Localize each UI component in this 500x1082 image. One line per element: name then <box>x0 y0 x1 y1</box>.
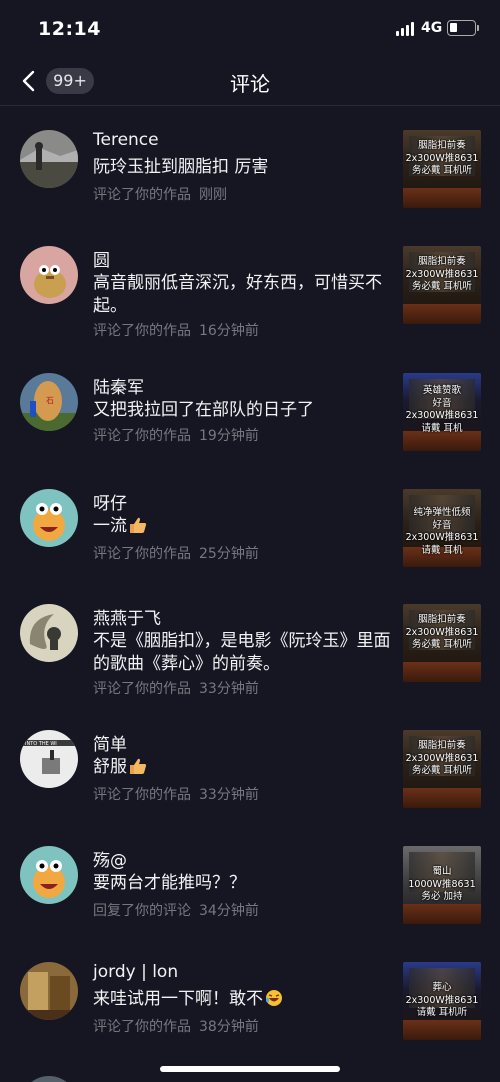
thumbnail-caption: 胭脂扣前奏 2x300W推8631 务必戴 耳机听 <box>405 256 479 292</box>
laughing-emoji-icon <box>266 990 282 1006</box>
cartoon-avatar-icon[interactable] <box>20 246 78 304</box>
comment-meta: 评论了你的作品 33分钟前 <box>93 784 259 804</box>
comment-text-body: 一流 <box>93 516 127 536</box>
comment-meta: 评论了你的作品 25分钟前 <box>93 543 259 563</box>
thumbnail-caption: 纯净弹性低频 好音 2x300W推8631 请戴 耳机 <box>405 507 479 556</box>
comment-action: 评论了你的作品 <box>93 1019 191 1035</box>
battery-icon <box>447 20 479 36</box>
thumbnail-caption: 胭脂扣前奏 2x300W推8631 务必戴 耳机听 <box>405 614 479 650</box>
comment-item[interactable]: 石 陆秦军 又把我拉回了在部队的日子了 评论了你的作品 19分钟前 英雄赞歌 好音… <box>0 373 500 453</box>
thumbnail-caption: 英雄赞歌 好音 2x300W推8631 请戴 耳机 <box>405 385 479 434</box>
comment-username[interactable]: jordy | lon <box>93 962 178 982</box>
home-indicator[interactable] <box>160 1066 340 1072</box>
thumbnail-caption: 蜀山 1000W推8631 务必 加持 <box>408 866 476 902</box>
nav-bar: 99+ 评论 <box>0 58 500 106</box>
comment-time: 19分钟前 <box>199 428 259 444</box>
thumbnail-caption: 葬心 2x300W推8631 请戴 耳机听 <box>405 982 479 1018</box>
comment-username[interactable]: 呀仔 <box>93 489 127 514</box>
comment-time: 25分钟前 <box>199 546 259 562</box>
comment-item[interactable]: INTO THE WI 简单 舒服 评论了你的作品 33分钟前 胭脂扣前奏 2x3… <box>0 730 500 810</box>
comment-action: 评论了你的作品 <box>93 428 191 444</box>
comment-action: 评论了你的作品 <box>93 323 191 339</box>
comment-time: 38分钟前 <box>199 1019 259 1035</box>
comment-item[interactable]: Terence 阮玲玉扯到胭脂扣 厉害 评论了你的作品 刚刚 胭脂扣前奏 2x30… <box>0 130 500 210</box>
comment-item[interactable]: 圆 高音靓丽低音深沉，好东西，可惜买不起。 评论了你的作品 16分钟前 胭脂扣前奏… <box>0 246 500 339</box>
thumbs-up-icon <box>130 758 147 774</box>
comment-time: 33分钟前 <box>199 681 259 697</box>
comment-meta: 评论了你的作品 刚刚 <box>93 184 227 204</box>
thumbs-up-icon <box>130 517 147 533</box>
comment-time: 刚刚 <box>199 187 227 203</box>
comment-meta: 评论了你的作品 16分钟前 <box>93 320 259 340</box>
thumbnail-caption: 胭脂扣前奏 2x300W推8631 务必戴 耳机听 <box>405 740 479 776</box>
video-thumbnail[interactable]: 胭脂扣前奏 2x300W推8631 务必戴 耳机听 <box>403 130 481 208</box>
comment-action: 回复了你的评论 <box>93 903 191 919</box>
status-time: 12:14 <box>38 18 101 40</box>
thumbnail-caption: 胭脂扣前奏 2x300W推8631 务必戴 耳机听 <box>405 140 479 176</box>
video-thumbnail[interactable]: 英雄赞歌 好音 2x300W推8631 请戴 耳机 <box>403 373 481 451</box>
monster-avatar-icon[interactable] <box>20 846 78 904</box>
comment-meta: 评论了你的作品 19分钟前 <box>93 425 259 445</box>
comment-text: 来哇试用一下啊！敢不 <box>93 988 393 1011</box>
comment-meta: 回复了你的评论 34分钟前 <box>93 900 259 920</box>
comment-text: 又把我拉回了在部队的日子了 <box>93 400 314 420</box>
status-bar: 12:14 4G <box>0 0 500 58</box>
room-avatar-icon[interactable] <box>20 962 78 1020</box>
comment-text-body: 来哇试用一下啊！敢不 <box>93 989 263 1009</box>
comment-username[interactable]: 简单 <box>93 730 127 755</box>
comment-time: 33分钟前 <box>199 787 259 803</box>
comment-meta: 评论了你的作品 33分钟前 <box>93 678 259 698</box>
comment-username[interactable]: 陆秦军 <box>93 373 144 398</box>
comment-action: 评论了你的作品 <box>93 546 191 562</box>
moon-avatar-icon[interactable] <box>20 604 78 662</box>
comment-username[interactable]: 燕燕于飞 <box>93 604 161 629</box>
comment-username[interactable]: 圆 <box>93 246 110 271</box>
comment-text: 一流 <box>93 515 393 538</box>
comment-text: 高音靓丽低音深沉，好东西，可惜买不起。 <box>93 273 382 316</box>
poster-avatar-icon[interactable]: INTO THE WI <box>20 730 78 788</box>
network-type: 4G <box>421 20 443 36</box>
comment-item[interactable]: jordy | lon 来哇试用一下啊！敢不 评论了你的作品 38分钟前 葬心 2… <box>0 962 500 1042</box>
monster-avatar-icon[interactable] <box>20 489 78 547</box>
svg-text:石: 石 <box>46 396 54 405</box>
video-thumbnail[interactable]: 葬心 2x300W推8631 请戴 耳机听 <box>403 962 481 1040</box>
video-thumbnail[interactable]: 胭脂扣前奏 2x300W推8631 务必戴 耳机听 <box>403 730 481 808</box>
comment-meta: 评论了你的作品 38分钟前 <box>93 1016 259 1036</box>
comment-text-body: 舒服 <box>93 757 127 777</box>
comment-time: 34分钟前 <box>199 903 259 919</box>
comment-text: 舒服 <box>93 756 393 779</box>
comment-text: 阮玲玉扯到胭脂扣 厉害 <box>93 157 269 177</box>
comment-action: 评论了你的作品 <box>93 187 191 203</box>
video-thumbnail[interactable]: 纯净弹性低频 好音 2x300W推8631 请戴 耳机 <box>403 489 481 567</box>
comment-action: 评论了你的作品 <box>93 681 191 697</box>
comment-text: 要两台才能推吗？？ <box>93 873 246 893</box>
signal-icon <box>396 22 416 36</box>
comment-username[interactable]: Terence <box>93 130 159 150</box>
comment-username[interactable]: 殇@ <box>93 846 127 871</box>
photo-avatar-icon[interactable] <box>20 130 78 188</box>
svg-text:INTO THE WI: INTO THE WI <box>25 741 57 747</box>
comment-item[interactable]: 殇@ 要两台才能推吗？？ 回复了你的评论 34分钟前 蜀山 1000W推8631 … <box>0 846 500 926</box>
comment-item[interactable]: 呀仔 一流 评论了你的作品 25分钟前 纯净弹性低频 好音 2x300W推8631… <box>0 489 500 569</box>
comment-time: 16分钟前 <box>199 323 259 339</box>
comment-item[interactable]: 燕燕于飞 不是《胭脂扣》，是电影《阮玲玉》里面的歌曲《葬心》的前奏。 评论了你的… <box>0 604 500 697</box>
video-thumbnail[interactable]: 胭脂扣前奏 2x300W推8631 务必戴 耳机听 <box>403 246 481 324</box>
next-comment-avatar[interactable] <box>20 1076 78 1082</box>
comment-action: 评论了你的作品 <box>93 787 191 803</box>
video-thumbnail[interactable]: 胭脂扣前奏 2x300W推8631 务必戴 耳机听 <box>403 604 481 682</box>
comment-text: 不是《胭脂扣》，是电影《阮玲玉》里面的歌曲《葬心》的前奏。 <box>93 631 391 674</box>
page-title: 评论 <box>230 72 270 96</box>
rock-avatar-icon[interactable]: 石 <box>20 373 78 431</box>
video-thumbnail[interactable]: 蜀山 1000W推8631 务必 加持 <box>403 846 481 924</box>
